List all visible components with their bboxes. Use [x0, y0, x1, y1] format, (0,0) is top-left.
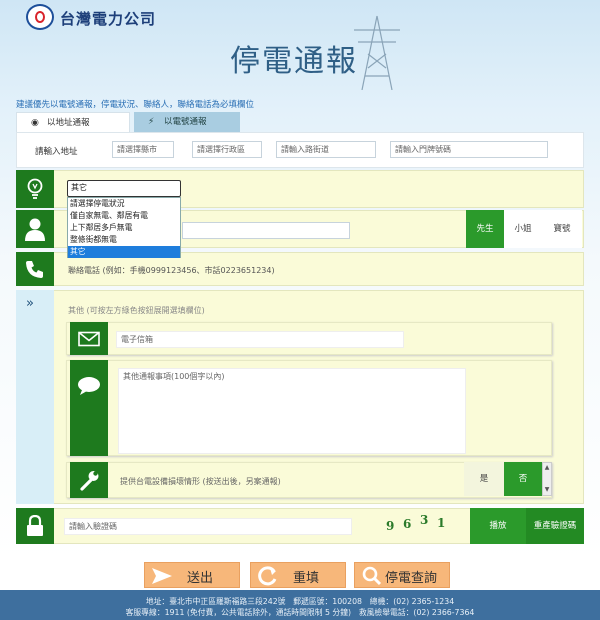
bolt-icon: ⚡ [148, 117, 155, 127]
damage-no-button[interactable]: 否 [504, 462, 542, 496]
tab-address[interactable]: ◉ 以地址通報 [16, 112, 130, 132]
wrench-icon [80, 471, 99, 491]
play-audio-button[interactable]: 播放 [470, 508, 526, 544]
captcha-digit: 1 [437, 516, 446, 530]
title-ms-button[interactable]: 小姐 [504, 210, 542, 248]
tab-meter-label: 以電號通報 [164, 117, 207, 127]
captcha-input[interactable]: 請輸入驗證碼 [64, 518, 352, 535]
scrollbar[interactable]: ▲ ▼ [542, 462, 552, 496]
location-pin-icon: ◉ [31, 118, 39, 128]
person-icon [25, 218, 45, 241]
outage-status-dropdown: 請選擇停電狀況 僅自家無電、鄰居有電 上下鄰居多戶無電 整條街都無電 其它 [67, 197, 181, 258]
footer-address: 地址：臺北市中正區羅斯福路三段242號 郵遞區號：100208 總機：(02) … [145, 597, 455, 606]
speech-bubble-icon [78, 377, 100, 395]
reset-label: 重填 [293, 571, 320, 586]
regenerate-captcha-button[interactable]: 重產驗證碼 [526, 508, 584, 544]
email-icon-box [70, 322, 108, 355]
phone-icon [26, 261, 43, 278]
address-label: 請輸入地址 [35, 147, 78, 157]
city-select[interactable]: 請選擇縣市 [112, 141, 174, 158]
phone-icon-box [16, 252, 54, 286]
damage-icon-box [70, 462, 108, 498]
dropdown-option[interactable]: 上下鄰居多戶無電 [68, 222, 180, 234]
captcha-digit: 3 [420, 513, 429, 527]
other-hint: 其他 (可按左方綠色按鈕展開選填欄位) [68, 306, 205, 315]
message-textarea[interactable]: 其他通報事項(100個字以內) [118, 368, 466, 454]
message-icon-box [70, 360, 108, 456]
tab-meter-number[interactable]: ⚡ 以電號通報 [134, 112, 240, 132]
send-icon [152, 568, 172, 584]
company-name: 台灣電力公司 [60, 10, 157, 28]
contact-icon-box [16, 210, 54, 248]
dropdown-option[interactable]: 僅自家無電、鄰居有電 [68, 210, 180, 222]
captcha-icon-box [16, 508, 54, 544]
expand-column [16, 290, 54, 504]
footer-hotline: 客服專線：1911 (免付費，公共電話除外，通話時間限制 5 分鐘) 救風檢舉電… [125, 608, 475, 617]
outage-status-icon-box [16, 170, 54, 208]
refresh-icon [258, 566, 277, 586]
required-notice: 建議優先以電號通報，停電狀況、聯絡人，聯絡電話為必填欄位 [16, 100, 255, 110]
submit-label: 送出 [187, 571, 214, 586]
lock-icon [27, 515, 43, 536]
damage-yes-button[interactable]: 是 [464, 462, 504, 496]
envelope-icon [78, 331, 100, 346]
page-title: 停電通報 [230, 44, 358, 79]
tab-address-label: 以地址通報 [47, 118, 90, 128]
company-logo-icon [26, 4, 54, 30]
footer: 地址：臺北市中正區羅斯福路三段242號 郵遞區號：100208 總機：(02) … [0, 590, 600, 620]
title-mr-button[interactable]: 先生 [466, 210, 504, 248]
contact-name-input[interactable] [182, 222, 350, 239]
dropdown-option[interactable]: 請選擇停電狀況 [68, 198, 180, 210]
chevron-down-icon[interactable]: » [26, 296, 34, 311]
dropdown-option-highlighted[interactable]: 其它 [68, 246, 180, 258]
search-icon [362, 566, 382, 586]
scroll-up-icon[interactable]: ▲ [543, 463, 551, 473]
outage-status-select[interactable]: 其它 [67, 180, 181, 197]
road-input[interactable]: 請輸入路街道 [276, 141, 376, 158]
phone-input[interactable]: 聯絡電話 (例如：手機0999123456、市話0223651234) [68, 265, 275, 276]
district-select[interactable]: 請選擇行政區 [192, 141, 262, 158]
power-tower-icon [354, 15, 400, 90]
email-input[interactable]: 電子信箱 [116, 331, 404, 348]
house-number-input[interactable]: 請輸入門牌號碼 [390, 141, 548, 158]
query-label: 停電查詢 [385, 571, 438, 586]
title-store-button[interactable]: 寶號 [542, 210, 582, 248]
dropdown-option[interactable]: 整條街都無電 [68, 234, 180, 246]
damage-label: 提供台電設備損壞情形 (按送出後，另案通報) [120, 477, 281, 486]
lightbulb-icon [27, 178, 43, 199]
captcha-digit: 6 [403, 517, 412, 531]
submit-button[interactable]: 送出 [144, 562, 240, 588]
scroll-down-icon[interactable]: ▼ [543, 485, 551, 495]
captcha-digit: 9 [386, 519, 395, 533]
reset-button[interactable]: 重填 [250, 562, 346, 588]
outage-query-button[interactable]: 停電查詢 [354, 562, 450, 588]
